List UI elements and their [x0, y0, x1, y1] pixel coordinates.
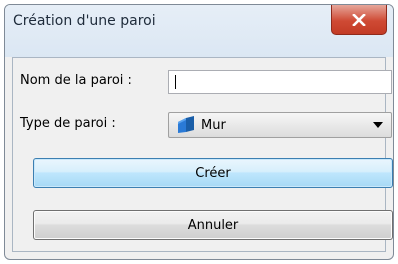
name-label: Nom de la paroi :: [20, 73, 132, 88]
create-button-label: Créer: [195, 165, 231, 181]
wall-type-value: Mur: [201, 118, 226, 133]
chevron-down-icon[interactable]: [373, 122, 383, 128]
close-button[interactable]: [331, 5, 387, 35]
window-title: Création d'une paroi: [13, 13, 156, 29]
wall-name-input[interactable]: [168, 70, 392, 94]
close-icon: [352, 13, 366, 26]
type-label: Type de paroi :: [20, 116, 116, 131]
cancel-button[interactable]: Annuler: [33, 210, 393, 240]
cancel-button-label: Annuler: [187, 217, 239, 233]
dialog-body: Nom de la paroi : Type de paroi : Mur Cr…: [12, 57, 393, 252]
title-bar[interactable]: Création d'une paroi: [5, 5, 393, 57]
text-caret: [175, 75, 176, 89]
dialog-window: Création d'une paroi Nom de la paroi : T…: [4, 4, 394, 260]
wall-icon: [178, 116, 194, 133]
wall-type-select[interactable]: Mur: [168, 112, 392, 138]
create-button[interactable]: Créer: [33, 158, 393, 188]
